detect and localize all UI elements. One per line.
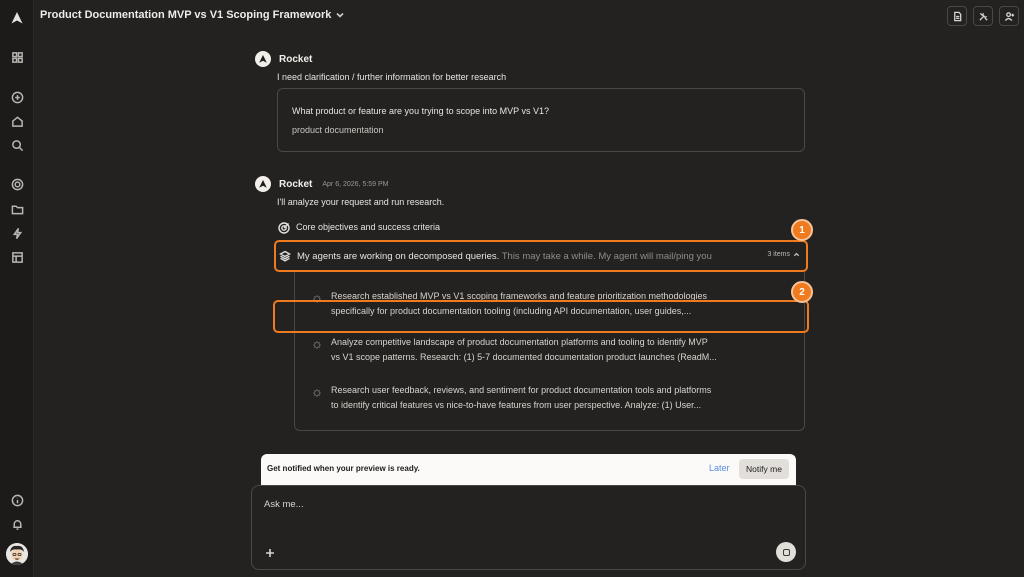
layout-icon[interactable] [9,249,25,265]
clarification-question: What product or feature are you trying t… [292,106,549,116]
document-button[interactable] [947,6,967,26]
objectives-label: Core objectives and success criteria [296,222,441,232]
sender-name: Rocket [279,53,313,65]
annotation-badge: 2 [791,281,813,303]
plus-circle-icon[interactable] [9,89,25,105]
info-icon[interactable] [9,492,25,508]
task-text-line: Research user feedback, reviews, and sen… [331,385,712,395]
task-text-line: to identify critical features vs nice-to… [331,400,702,410]
task-text-line: vs V1 scope patterns. Research: (1) 5-7 … [331,352,717,362]
items-count-toggle[interactable]: 3 items [763,251,800,258]
bolt-icon[interactable] [9,225,25,241]
notify-me-button[interactable]: Notify me [739,459,789,479]
annotation-badge: 1 [791,219,813,241]
message-header: Rocket [255,51,312,67]
project-title-dropdown[interactable]: Product Documentation MVP vs V1 Scoping … [40,9,345,21]
message-text: I need clarification / further informati… [277,72,507,82]
message-timestamp: Apr 6, 2026, 5:59 PM [322,180,389,188]
grid-icon[interactable] [9,49,25,65]
loading-spinner-icon [313,336,321,349]
chat-input[interactable]: Ask me... [251,485,806,570]
add-user-icon [1004,11,1014,21]
tools-button[interactable] [973,6,993,26]
add-user-button[interactable] [999,6,1019,26]
avatar[interactable] [6,543,28,565]
task-text-line: Analyze competitive landscape of product… [331,337,708,347]
home-icon[interactable] [9,113,25,129]
target-icon[interactable] [9,176,25,192]
agents-status-row[interactable]: My agents are working on decomposed quer… [274,240,808,272]
search-icon[interactable] [9,137,25,153]
layers-icon [279,249,291,262]
loading-spinner-icon [313,290,321,303]
chevron-up-icon [793,252,800,257]
notify-banner: Get notified when your preview is ready.… [261,454,796,485]
loading-spinner-icon [313,384,321,397]
folder-icon[interactable] [9,201,25,217]
message-header: Rocket Apr 6, 2026, 5:59 PM [255,176,389,192]
rocket-avatar-icon [255,176,271,192]
target-icon [278,221,290,234]
plus-icon [266,549,274,557]
clarification-answer: product documentation [292,125,384,135]
notify-text: Get notified when your preview is ready. [267,464,420,473]
items-count-label: 3 items [767,251,790,258]
rocket-avatar-icon [255,51,271,67]
sidebar [0,0,34,577]
chevron-down-icon [336,12,344,18]
stop-icon [782,548,790,556]
sender-name: Rocket [279,178,313,190]
clarification-card: What product or feature are you trying t… [277,88,805,152]
page-title: Product Documentation MVP vs V1 Scoping … [40,9,332,21]
agents-status-detail: This may take a while. My agent will mai… [499,251,712,262]
attach-button[interactable] [265,545,277,557]
top-bar: Product Documentation MVP vs V1 Scoping … [34,0,1024,32]
later-button[interactable]: Later [709,463,730,473]
bell-icon[interactable] [9,516,25,532]
tools-icon [978,12,988,21]
message-text: I'll analyze your request and run resear… [277,197,445,207]
agents-status-main: My agents are working on decomposed quer… [297,251,500,262]
document-icon [953,11,961,21]
highlight-box [273,300,809,333]
rocket-logo-icon[interactable] [9,10,25,26]
chat-input-placeholder: Ask me... [264,499,304,510]
task-list: Research established MVP vs V1 scoping f… [294,271,805,431]
stop-button[interactable] [776,542,796,562]
agents-status-text: My agents are working on decomposed quer… [297,251,763,262]
